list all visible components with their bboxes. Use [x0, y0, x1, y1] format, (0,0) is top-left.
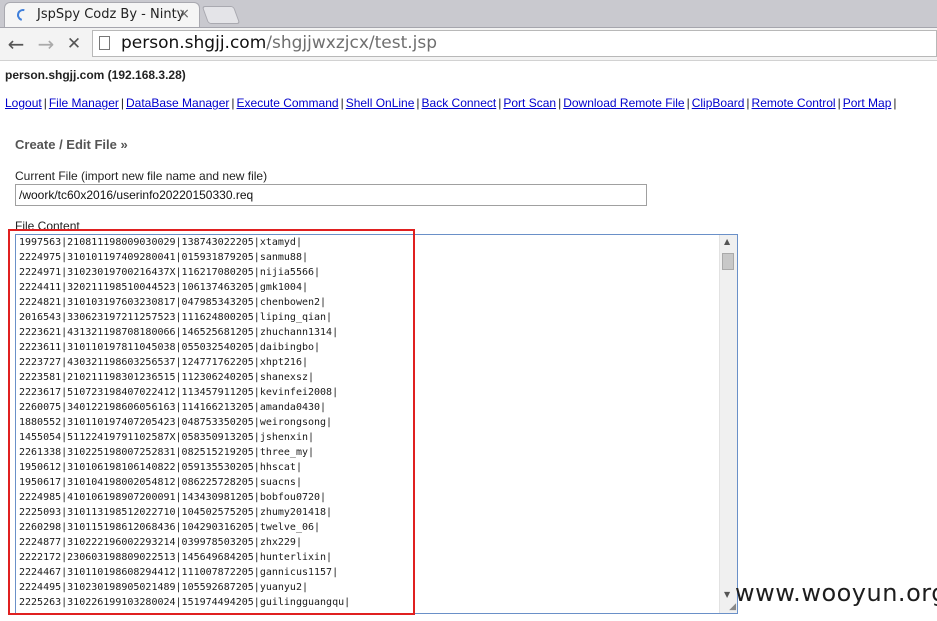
- file-line: 2224971|31023019700216437X|116217080205|…: [19, 267, 321, 278]
- menu-file-manager[interactable]: File Manager: [49, 96, 119, 110]
- url-host: person.shgjj.com: [121, 33, 267, 53]
- file-line: 2223611|310110197811045038|055032540205|…: [19, 342, 321, 353]
- url-path: /shgjjwxzjcx/test.jsp: [266, 33, 438, 53]
- menu-port-scan[interactable]: Port Scan: [503, 96, 556, 110]
- file-line: 1950612|310106198106140822|059135530205|…: [19, 462, 302, 473]
- menu-download-remote-file[interactable]: Download Remote File: [563, 96, 684, 110]
- watermark: www.wooyun.org: [735, 579, 937, 607]
- file-line: 2260075|340122198606056163|114166213205|…: [19, 402, 327, 413]
- file-line: 2224985|410106198907200091|143430981205|…: [19, 492, 327, 503]
- file-line: 2224467|310110198608294412|111007872205|…: [19, 567, 339, 578]
- forward-icon[interactable]: →: [34, 32, 58, 56]
- file-line: 2223621|431321198708180066|146525681205|…: [19, 327, 339, 338]
- file-line: 2224495|310230198905021489|105592687205|…: [19, 582, 308, 593]
- file-line: 2224411|320211198510044523|106137463205|…: [19, 282, 308, 293]
- file-line: 2225093|310113198512022710|104502575205|…: [19, 507, 333, 518]
- current-file-label: Current File (import new file name and n…: [15, 169, 268, 183]
- menu-separator: |: [340, 96, 344, 110]
- file-line: 2260298|310115198612068436|104290316205|…: [19, 522, 321, 533]
- page-icon: [99, 36, 110, 50]
- new-tab-button[interactable]: [201, 6, 241, 24]
- main-menu: Logout | File Manager | DataBase Manager | Exe…: [5, 96, 899, 110]
- menu-database-manager[interactable]: DataBase Manager: [126, 96, 229, 110]
- menu-separator: |: [416, 96, 420, 110]
- address-bar[interactable]: person.shgjj.com/shgjjwxzjcx/test.jsp: [92, 30, 937, 57]
- file-line: 2223581|210211198301236515|112306240205|…: [19, 372, 315, 383]
- menu-port-map[interactable]: Port Map: [843, 96, 892, 110]
- file-line: 2222172|230603198809022513|145649684205|…: [19, 552, 333, 563]
- menu-clipboard[interactable]: ClipBoard: [692, 96, 745, 110]
- file-line: 2224821|310103197603230817|047985343205|…: [19, 297, 327, 308]
- menu-remote-control[interactable]: Remote Control: [752, 96, 836, 110]
- file-line: 2223727|430321198603256537|124771762205|…: [19, 357, 308, 368]
- file-line: 1880552|310110197407205423|048753350205|…: [19, 417, 333, 428]
- current-file-input[interactable]: [15, 184, 647, 206]
- menu-separator: |: [837, 96, 841, 110]
- menu-shell-online[interactable]: Shell OnLine: [346, 96, 415, 110]
- host-info: person.shgjj.com (192.168.3.28): [5, 68, 186, 82]
- scroll-thumb[interactable]: [722, 253, 734, 270]
- menu-back-connect[interactable]: Back Connect: [422, 96, 497, 110]
- back-icon[interactable]: ←: [4, 32, 28, 56]
- scroll-up-icon[interactable]: ▲: [724, 237, 730, 246]
- file-line: 2223617|510723198407022412|113457911205|…: [19, 387, 339, 398]
- browser-toolbar: ← → ✕ person.shgjj.com/shgjjwxzjcx/test.…: [0, 28, 937, 61]
- menu-execute-command[interactable]: Execute Command: [237, 96, 339, 110]
- browser-tab-strip: JspSpy Codz By - Ninty ×: [0, 0, 937, 28]
- menu-separator: |: [746, 96, 750, 110]
- tab-close-icon[interactable]: ×: [178, 6, 190, 22]
- file-line: 1455054|51122419791102587X|058350913205|…: [19, 432, 315, 443]
- menu-separator: |: [120, 96, 124, 110]
- file-line: 2224975|310101197409280041|015931879205|…: [19, 252, 308, 263]
- file-line: 2016543|330623197211257523|111624800205|…: [19, 312, 333, 323]
- file-line: 2261338|310225198007252831|082515219205|…: [19, 447, 315, 458]
- menu-separator: |: [893, 96, 897, 110]
- url-text: person.shgjj.com/shgjjwxzjcx/test.jsp: [121, 33, 437, 53]
- file-content-textarea[interactable]: 1997563|210811198009030029|138743022205|…: [15, 234, 738, 614]
- file-line: 2225263|310226199103280024|151974494205|…: [19, 597, 351, 608]
- file-line: 2224877|310222196002293214|039978503205|…: [19, 537, 302, 548]
- file-content-lines: 1997563|210811198009030029|138743022205|…: [19, 235, 350, 610]
- menu-logout[interactable]: Logout: [5, 96, 42, 110]
- stop-icon[interactable]: ✕: [62, 32, 86, 56]
- section-title: Create / Edit File »: [15, 137, 128, 152]
- tab-title: JspSpy Codz By - Ninty: [37, 7, 185, 22]
- vertical-scrollbar[interactable]: ▲ ▼: [719, 235, 737, 613]
- file-content-label: File Content: [15, 219, 80, 233]
- menu-separator: |: [231, 96, 235, 110]
- file-line: 1997563|210811198009030029|138743022205|…: [19, 237, 302, 248]
- scroll-down-icon[interactable]: ▼: [724, 590, 730, 599]
- menu-separator: |: [43, 96, 47, 110]
- file-line: 1950617|310104198002054812|086225728205|…: [19, 477, 302, 488]
- browser-tab[interactable]: JspSpy Codz By - Ninty ×: [4, 2, 200, 27]
- menu-separator: |: [686, 96, 690, 110]
- loading-spinner-icon: [14, 6, 32, 24]
